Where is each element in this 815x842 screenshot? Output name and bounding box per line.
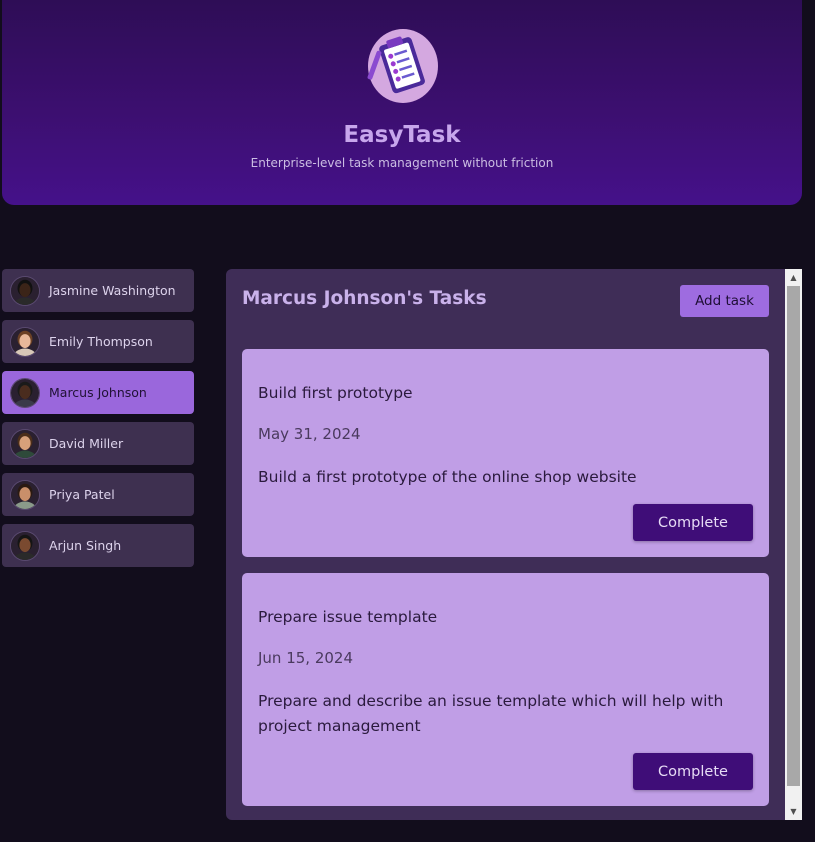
scroll-up-arrow-icon[interactable]: ▲	[785, 269, 802, 286]
clipboard-checklist-icon	[366, 28, 440, 104]
app-subtitle: Enterprise-level task management without…	[250, 156, 554, 170]
task-title: Build first prototype	[258, 384, 413, 402]
user-name: Emily Thompson	[49, 334, 153, 349]
task-description: Build a first prototype of the online sh…	[258, 468, 637, 486]
scrollbar[interactable]: ▲ ▼	[785, 269, 802, 820]
user-name: Marcus Johnson	[49, 385, 147, 400]
user-name: Arjun Singh	[49, 538, 122, 553]
user-name: David Miller	[49, 436, 124, 451]
user-item[interactable]: Emily Thompson	[2, 320, 194, 363]
user-item[interactable]: Arjun Singh	[2, 524, 194, 567]
user-item[interactable]: David Miller	[2, 422, 194, 465]
tasks-title: Marcus Johnson's Tasks	[242, 288, 487, 309]
avatar	[10, 326, 40, 357]
user-item[interactable]: Priya Patel	[2, 473, 194, 516]
user-list: Jasmine Washington Emily Thompson Marcus J…	[2, 269, 194, 575]
complete-button[interactable]: Complete	[633, 753, 753, 790]
app-title: EasyTask	[343, 122, 461, 148]
task-description: Prepare and describe an issue template w…	[258, 692, 724, 735]
add-task-button[interactable]: Add task	[680, 285, 769, 317]
app-header: EasyTask Enterprise-level task managemen…	[2, 0, 802, 205]
avatar	[10, 275, 40, 306]
scroll-down-arrow-icon[interactable]: ▼	[785, 803, 802, 820]
avatar	[10, 479, 40, 510]
task-date: May 31, 2024	[258, 425, 361, 443]
avatar	[10, 530, 40, 561]
user-item[interactable]: Jasmine Washington	[2, 269, 194, 312]
task-card: Prepare issue template Jun 15, 2024 Prep…	[242, 573, 769, 806]
tasks-panel: Marcus Johnson's Tasks Add task Build fi…	[226, 269, 785, 820]
task-date: Jun 15, 2024	[258, 649, 354, 667]
avatar	[10, 428, 40, 459]
task-title: Prepare issue template	[258, 608, 438, 626]
task-card: Build first prototype May 31, 2024 Build…	[242, 349, 769, 557]
scroll-thumb[interactable]	[787, 286, 800, 786]
avatar	[10, 377, 40, 408]
complete-button[interactable]: Complete	[633, 504, 753, 541]
user-name: Jasmine Washington	[49, 283, 176, 298]
user-name: Priya Patel	[49, 487, 115, 502]
user-item[interactable]: Marcus Johnson	[2, 371, 194, 414]
